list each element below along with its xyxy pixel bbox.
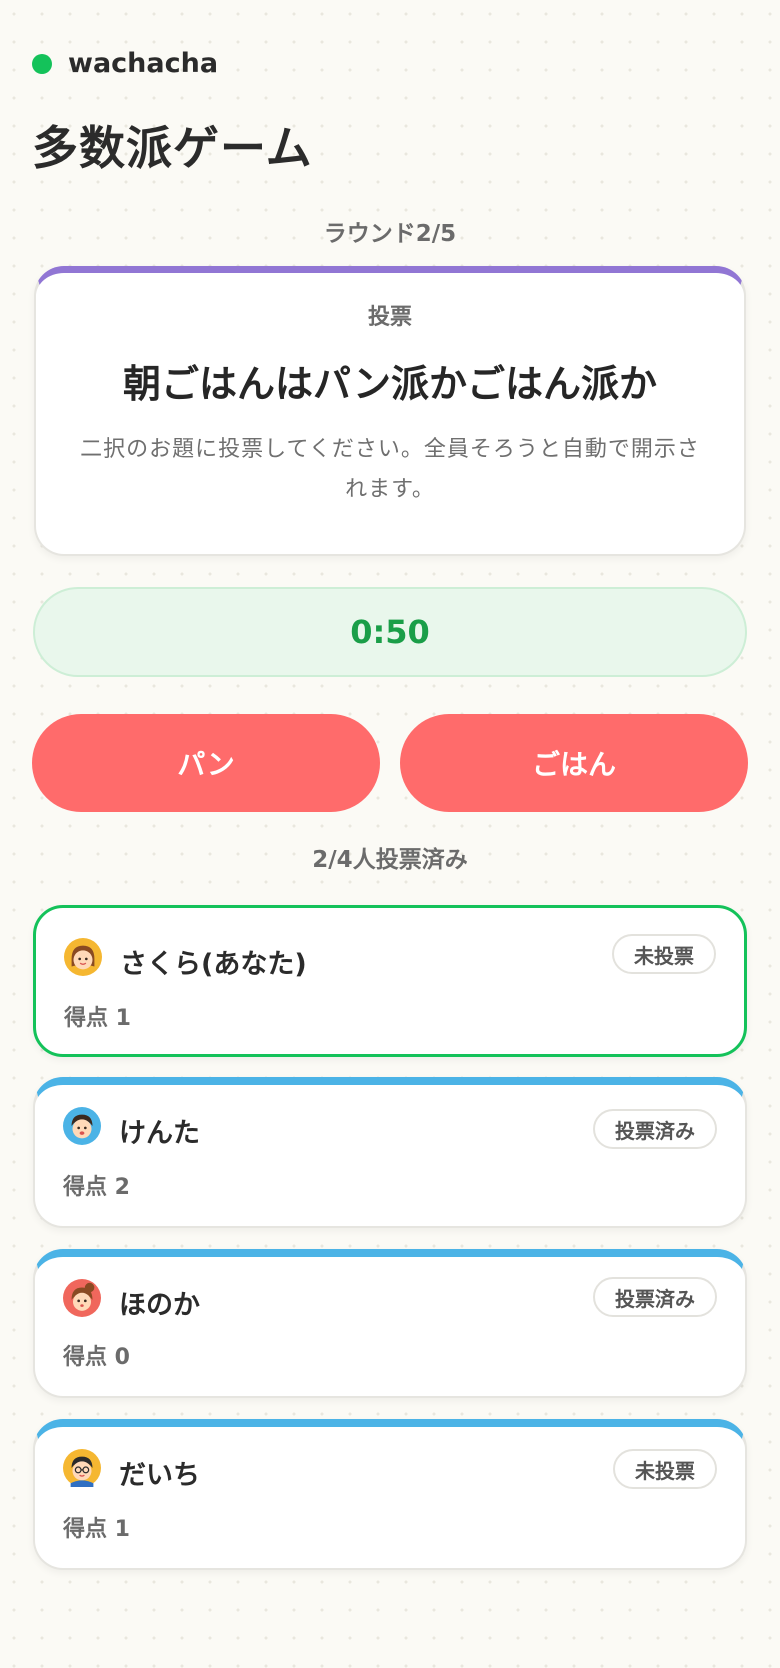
countdown-timer: 0:50 xyxy=(33,587,747,677)
app-screen: wachacha 多数派ゲーム ラウンド2/5 投票 朝ごはんはパン派かごはん派… xyxy=(0,0,780,1668)
player-name: ほのか xyxy=(119,1290,200,1321)
online-status-dot xyxy=(32,53,52,74)
player-card-sakura: さくら(あなた) 得点 1 未投票 xyxy=(33,905,747,1057)
player-score: 得点 1 xyxy=(64,1006,131,1031)
player-card-daichi: だいち 得点 1 未投票 xyxy=(33,1419,747,1570)
player-card-honoka: ほのか 得点 0 投票済み xyxy=(33,1249,747,1398)
player-score: 得点 2 xyxy=(63,1175,130,1200)
topic-question: 朝ごはんはパン派かごはん派か xyxy=(123,362,657,406)
player-score: 得点 1 xyxy=(63,1517,130,1542)
boy-avatar-icon xyxy=(63,1107,101,1145)
page-title: 多数派ゲーム xyxy=(32,121,313,175)
player-score: 得点 0 xyxy=(63,1345,130,1370)
choice-button-rice[interactable]: ごはん xyxy=(400,714,748,812)
player-card-kenta: けんた 得点 2 投票済み xyxy=(33,1077,747,1228)
vote-status-badge: 投票済み xyxy=(593,1277,717,1317)
player-name: さくら(あなた) xyxy=(120,949,307,980)
vote-status-badge: 未投票 xyxy=(613,1449,717,1489)
vote-status-badge: 投票済み xyxy=(593,1109,717,1149)
round-indicator: ラウンド2/5 xyxy=(323,221,457,247)
player-name: けんた xyxy=(119,1118,200,1149)
topic-description: 二択のお題に投票してください。全員そろうと自動で開示されます。 xyxy=(80,437,700,502)
brand: wachacha xyxy=(32,48,218,79)
girl-avatar-icon xyxy=(64,938,102,976)
vote-progress: 2/4人投票済み xyxy=(312,847,468,873)
vote-status-badge: 未投票 xyxy=(612,934,716,974)
phase-label: 投票 xyxy=(367,305,412,330)
glasses-boy-avatar-icon xyxy=(63,1449,101,1487)
brand-name: wachacha xyxy=(68,48,219,79)
choice-button-bread[interactable]: パン xyxy=(32,714,380,812)
player-name: だいち xyxy=(119,1460,200,1491)
topic-card: 投票 朝ごはんはパン派かごはん派か 二択のお題に投票してください。全員そろうと自… xyxy=(34,266,746,556)
girl-bun-avatar-icon xyxy=(63,1279,101,1317)
